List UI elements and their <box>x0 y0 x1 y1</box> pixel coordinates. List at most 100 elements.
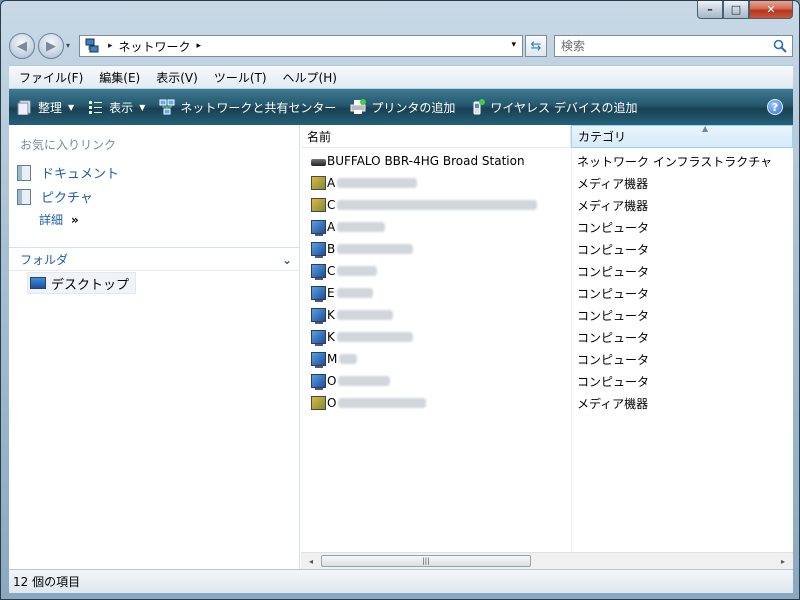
computer-icon <box>311 374 326 390</box>
arrow-left-icon: ◀ <box>17 38 27 54</box>
redacted-text <box>339 354 358 364</box>
menu-edit[interactable]: 編集(E) <box>99 69 140 86</box>
chevron-down-icon: ▼ <box>68 102 75 112</box>
network-center-button[interactable]: ネットワークと共有センター <box>159 99 336 116</box>
list-item[interactable]: M コンピュータ <box>301 348 793 370</box>
double-chevron-right-icon: » <box>71 212 79 227</box>
chevron-down-icon[interactable]: ⌄ <box>282 253 292 267</box>
recent-pages-dropdown[interactable]: ▾ <box>66 41 70 50</box>
item-category: メディア機器 <box>577 198 649 213</box>
item-category: コンピュータ <box>577 330 650 345</box>
menu-file[interactable]: ファイル(F) <box>19 69 83 86</box>
views-label: 表示 <box>109 100 134 115</box>
maximize-button[interactable]: □ <box>723 1 749 19</box>
scroll-left-icon[interactable]: ◂ <box>303 555 319 568</box>
address-root-arrow[interactable]: ▸ <box>108 41 113 51</box>
item-category: コンピュータ <box>577 352 650 367</box>
item-name: K <box>327 330 335 344</box>
computer-icon <box>311 264 326 280</box>
address-dropdown[interactable]: ▾ <box>511 40 516 50</box>
item-category: コンピュータ <box>577 308 650 323</box>
favorite-link-label: ピクチャ <box>41 191 93 206</box>
list-item[interactable]: E コンピュータ <box>301 282 793 304</box>
network-icon <box>84 38 100 54</box>
menu-help[interactable]: ヘルプ(H) <box>283 69 337 86</box>
redacted-text <box>337 222 386 232</box>
list-item[interactable]: BUFFALO BBR-4HG Broad Station ネットワーク インフ… <box>301 150 793 172</box>
add-wireless-device-button[interactable]: ワイヤレス デバイスの追加 <box>469 99 637 116</box>
search-box[interactable] <box>554 35 793 57</box>
desktop-icon <box>30 277 46 289</box>
favorite-link-label: ドキュメント <box>41 167 120 182</box>
back-button[interactable]: ◀ <box>9 33 35 59</box>
status-bar: 12 個の項目 <box>9 569 793 593</box>
favorite-link-pictures[interactable]: ピクチャ <box>17 187 93 206</box>
list-item[interactable]: B コンピュータ <box>301 238 793 260</box>
network-center-label: ネットワークと共有センター <box>180 100 337 115</box>
computer-icon <box>311 308 326 324</box>
item-category: コンピュータ <box>577 220 650 235</box>
list-item[interactable]: C コンピュータ <box>301 260 793 282</box>
redacted-text <box>337 200 538 210</box>
list-item[interactable]: A コンピュータ <box>301 216 793 238</box>
close-button[interactable]: ✕ <box>749 1 793 19</box>
item-category: コンピュータ <box>577 374 650 389</box>
content-area: お気に入りリンク ドキュメント ピクチャ 詳細 » フォルダ ⌄ デスクトップ <box>9 124 793 569</box>
organize-button[interactable]: 整理 ▼ <box>17 99 74 116</box>
search-input[interactable] <box>561 39 771 53</box>
address-arrow[interactable]: ▸ <box>197 41 202 51</box>
item-category: コンピュータ <box>577 242 650 257</box>
command-bar: 整理 ▼ 表示 ▼ ネットワークと共有センター プリンタの追加 ワイヤレス デバ… <box>9 89 793 125</box>
tree-item-label: デスクトップ <box>51 277 130 293</box>
item-name: A <box>327 176 336 190</box>
views-button[interactable]: 表示 ▼ <box>88 99 145 116</box>
favorite-links-more[interactable]: 詳細 » <box>39 211 79 228</box>
column-header-name[interactable]: 名前 <box>301 125 571 148</box>
list-item[interactable]: C メディア機器 <box>301 194 793 216</box>
list-item[interactable]: K コンピュータ <box>301 326 793 348</box>
caption-buttons: – □ ✕ <box>697 1 793 21</box>
computer-icon <box>311 242 326 258</box>
refresh-button[interactable]: ⇆ <box>525 35 547 57</box>
refresh-icon: ⇆ <box>530 38 542 54</box>
item-category: メディア機器 <box>577 176 649 191</box>
scrollbar-thumb[interactable]: ||| <box>321 555 531 567</box>
help-icon[interactable]: ? <box>767 99 783 115</box>
address-location[interactable]: ネットワーク <box>119 38 191 55</box>
redacted-text <box>336 288 373 298</box>
list-item[interactable]: K コンピュータ <box>301 304 793 326</box>
file-list: 名前 ▲ カテゴリ BUFFALO BBR-4HG Broad Station … <box>301 124 793 569</box>
column-header-category[interactable]: ▲ カテゴリ <box>571 124 793 148</box>
minimize-button[interactable]: – <box>697 1 723 19</box>
list-item[interactable]: O コンピュータ <box>301 370 793 392</box>
column-header-category-label: カテゴリ <box>578 130 627 144</box>
pictures-icon <box>17 188 31 205</box>
horizontal-scrollbar[interactable]: ◂ ||| ▸ <box>301 552 793 569</box>
list-item[interactable]: O メディア機器 <box>301 392 793 414</box>
search-icon[interactable] <box>773 39 787 53</box>
computer-icon <box>311 220 326 236</box>
folders-title: フォルダ <box>20 252 69 267</box>
add-printer-button[interactable]: プリンタの追加 <box>350 99 455 116</box>
item-name: BUFFALO BBR-4HG Broad Station <box>327 154 525 168</box>
menu-bar: ファイル(F) 編集(E) 表示(V) ツール(T) ヘルプ(H) <box>9 65 793 88</box>
redacted-text <box>336 332 413 342</box>
media-device-icon <box>311 396 326 410</box>
media-device-icon <box>311 198 326 212</box>
menu-view[interactable]: 表示(V) <box>156 69 198 86</box>
documents-icon <box>17 164 31 181</box>
address-bar[interactable]: ▸ ネットワーク ▸ ▾ <box>79 35 523 57</box>
favorite-link-documents[interactable]: ドキュメント <box>17 163 119 182</box>
tree-item-desktop[interactable]: デスクトップ <box>27 272 137 294</box>
navigation-pane: お気に入りリンク ドキュメント ピクチャ 詳細 » フォルダ ⌄ デスクトップ <box>9 125 300 569</box>
item-name: K <box>327 308 335 322</box>
list-item[interactable]: A メディア機器 <box>301 172 793 194</box>
redacted-text <box>337 178 418 188</box>
address-row: ◀ ▶ ▾ ▸ ネットワーク ▸ ▾ ⇆ <box>9 31 793 61</box>
scroll-right-icon[interactable]: ▸ <box>775 555 791 568</box>
menu-tools[interactable]: ツール(T) <box>214 69 267 86</box>
computer-icon <box>311 352 326 368</box>
forward-button[interactable]: ▶ <box>38 33 64 59</box>
folders-header[interactable]: フォルダ ⌄ <box>9 247 300 271</box>
item-name: C <box>327 264 336 278</box>
